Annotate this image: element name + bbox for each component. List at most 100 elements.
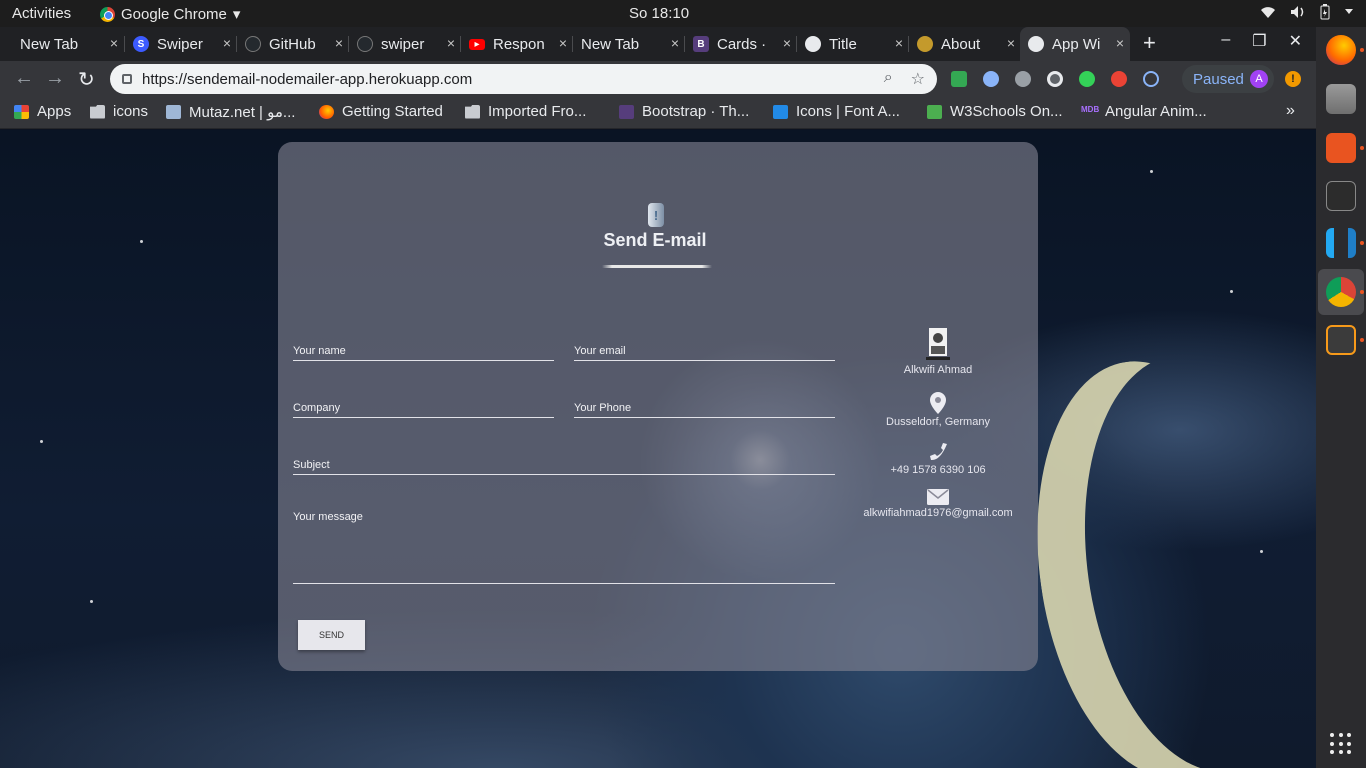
chrome-icon[interactable]	[1326, 277, 1356, 307]
company-input[interactable]	[293, 395, 554, 417]
form-title: Send E-mail	[603, 230, 707, 250]
extension-icon[interactable]	[983, 71, 999, 87]
close-icon[interactable]: ×	[223, 35, 231, 51]
tab-youtube[interactable]: ▸ Respon ×	[461, 27, 573, 61]
close-icon[interactable]: ×	[671, 35, 679, 51]
bookmark-label: icons	[113, 103, 149, 120]
close-icon[interactable]: ×	[1116, 35, 1124, 51]
page-viewport: ! Send E-mail SEND Alkwifi Ahmad Dusseld…	[0, 130, 1316, 768]
tab-app-active[interactable]: App Wi ×	[1020, 27, 1130, 61]
contact-phone: +49 1578 6390 106	[858, 442, 1018, 476]
extension-icon[interactable]	[951, 71, 967, 87]
tab-cards[interactable]: B Cards · ×	[685, 27, 797, 61]
app-menu[interactable]: Google Chrome ▾	[100, 5, 240, 23]
avatar-icon	[926, 328, 950, 360]
message-textarea[interactable]	[293, 501, 835, 583]
close-icon[interactable]: ×	[1007, 35, 1015, 51]
tab-about[interactable]: About ×	[909, 27, 1021, 61]
wifi-icon	[1261, 7, 1275, 18]
vscode-icon[interactable]	[1326, 228, 1356, 258]
contact-location-text: Dusseldorf, Germany	[886, 416, 990, 428]
system-tray[interactable]	[1260, 4, 1354, 20]
alert-icon[interactable]: !	[1285, 71, 1301, 87]
chevron-down-icon	[1345, 9, 1353, 14]
tab-new-tab-2[interactable]: New Tab ×	[573, 27, 685, 61]
close-icon[interactable]: ×	[895, 35, 903, 51]
gnome-top-bar: Activities Google Chrome ▾ So 18:10	[0, 0, 1366, 27]
globe-icon	[1028, 36, 1044, 52]
fontawesome-icon	[773, 104, 788, 119]
tab-title[interactable]: Title ×	[797, 27, 909, 61]
new-tab-button[interactable]: +	[1143, 30, 1156, 56]
zoom-icon[interactable]: ⌕	[884, 69, 893, 89]
extension-icon[interactable]	[1079, 71, 1095, 87]
tab-swiper[interactable]: S Swiper ×	[125, 27, 237, 61]
close-icon[interactable]: ×	[110, 35, 118, 51]
files-icon[interactable]	[1326, 84, 1356, 114]
name-input[interactable]	[293, 338, 554, 360]
activities-button[interactable]: Activities	[12, 5, 71, 22]
close-icon[interactable]: ×	[335, 35, 343, 51]
close-icon[interactable]: ×	[783, 35, 791, 51]
close-icon[interactable]: ×	[559, 35, 567, 51]
forward-button[interactable]: →	[45, 67, 65, 90]
phone-input[interactable]	[574, 395, 835, 417]
phone-icon	[930, 443, 947, 461]
bookmark-getting-started[interactable]: Getting Started	[319, 103, 443, 120]
extension-icon[interactable]	[1111, 71, 1127, 87]
bookmark-mutaz[interactable]: Mutaz.net | مو...	[166, 103, 295, 121]
bookmark-angular[interactable]: MDB Angular Anim...	[1081, 103, 1207, 120]
bookmark-apps[interactable]: Apps	[14, 103, 71, 120]
reload-button[interactable]: ↻	[78, 67, 95, 92]
send-button[interactable]: SEND	[298, 620, 365, 650]
firefox-icon	[319, 104, 334, 119]
chrome-icon	[100, 6, 115, 22]
battery-icon	[1320, 4, 1330, 20]
maximize-button[interactable]: ❐	[1252, 31, 1266, 51]
app-menu-label: Google Chrome	[121, 5, 227, 23]
terminal-icon[interactable]	[1326, 181, 1356, 211]
bookmark-font-awesome[interactable]: Icons | Font A...	[773, 103, 900, 120]
firefox-icon[interactable]	[1326, 35, 1356, 65]
react-devtools-icon[interactable]	[1143, 71, 1159, 87]
software-center-icon[interactable]	[1326, 133, 1356, 163]
close-window-button[interactable]: ✕	[1289, 31, 1302, 51]
tab-swiper-github[interactable]: swiper ×	[349, 27, 461, 61]
minimize-button[interactable]: –	[1221, 31, 1230, 51]
subject-input[interactable]	[293, 452, 835, 474]
bookmark-label: W3Schools On...	[950, 103, 1063, 120]
email-field	[574, 338, 835, 361]
extension-icon[interactable]	[1047, 71, 1063, 87]
contact-phone-text: +49 1578 6390 106	[890, 464, 986, 476]
tab-strip: New Tab × S Swiper × GitHub × swiper × ▸ Respo…	[0, 27, 1316, 61]
back-button[interactable]: ←	[14, 67, 34, 90]
tab-new-tab[interactable]: New Tab ×	[12, 27, 124, 61]
close-icon[interactable]: ×	[447, 35, 455, 51]
contact-email: alkwifiahmad1976@gmail.com	[858, 489, 1018, 519]
bookmark-w3schools[interactable]: W3Schools On...	[927, 103, 1063, 120]
email-input[interactable]	[574, 338, 835, 360]
bookmark-star-icon[interactable]: ☆	[911, 69, 925, 89]
folder-icon	[90, 104, 105, 119]
bookmarks-bar: Apps icons Mutaz.net | مو... Getting Sta…	[0, 97, 1316, 129]
address-bar[interactable]: https://sendemail-nodemailer-app.herokua…	[110, 64, 937, 94]
extension-icon[interactable]	[1015, 71, 1031, 87]
show-applications-icon[interactable]	[1330, 733, 1352, 755]
mdb-icon: MDB	[1081, 104, 1100, 114]
github-icon	[357, 36, 373, 52]
bookmark-imported-folder[interactable]: Imported Fro...	[465, 103, 586, 120]
bookmark-icons-folder[interactable]: icons	[90, 103, 148, 120]
ubuntu-dock	[1316, 27, 1366, 768]
clock[interactable]: So 18:10	[629, 5, 689, 22]
bookmark-label: Apps	[37, 103, 72, 120]
subject-field	[293, 452, 835, 475]
bookmark-bootstrap[interactable]: Bootstrap · Th...	[619, 103, 749, 120]
bookmarks-overflow-button[interactable]: »	[1286, 102, 1295, 120]
volume-icon	[1291, 6, 1304, 18]
apps-grid-icon	[14, 104, 29, 119]
tab-github[interactable]: GitHub ×	[237, 27, 349, 61]
profile-button[interactable]: Paused A	[1182, 65, 1274, 93]
bootstrap-icon: B	[693, 36, 709, 52]
sublime-text-icon[interactable]	[1326, 325, 1356, 355]
tab-label: New Tab	[581, 35, 640, 53]
